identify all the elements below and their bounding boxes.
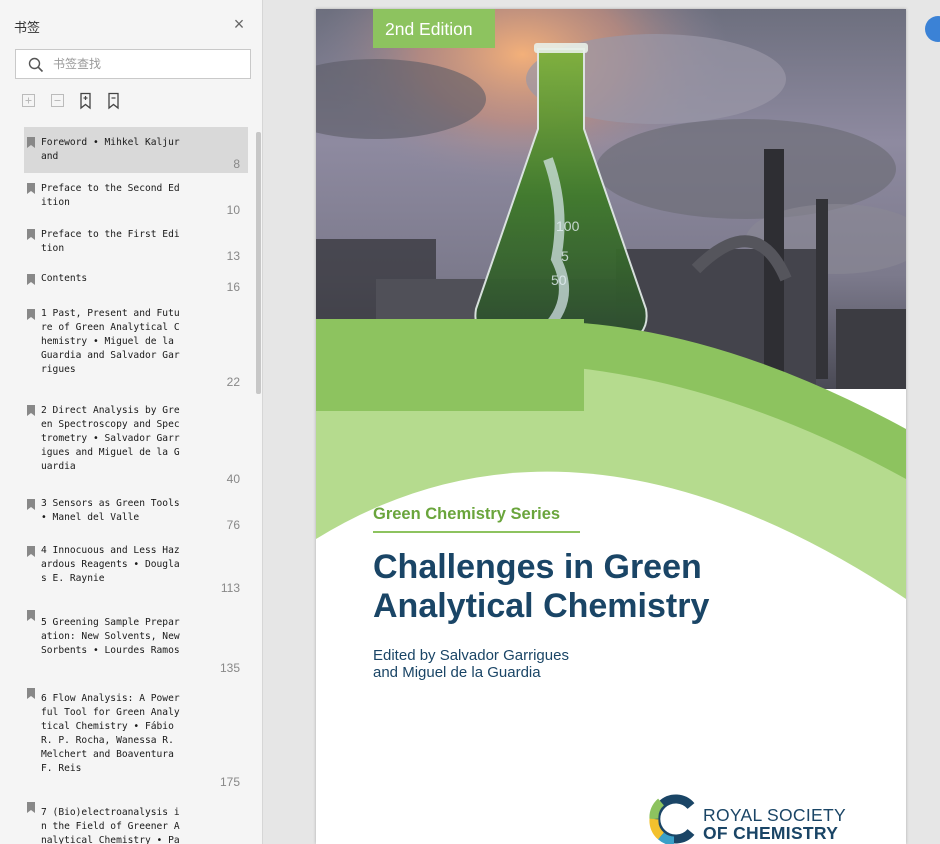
- add-bookmark-icon[interactable]: [78, 92, 94, 110]
- bookmark-item[interactable]: 3 Sensors as Green Tools • Manel del Val…: [24, 496, 248, 536]
- bookmark-page: 8: [233, 157, 240, 171]
- bookmark-flag-icon: [27, 546, 35, 557]
- bookmark-page: 76: [226, 518, 240, 532]
- editors-line: Edited by Salvador Garrigues: [373, 647, 569, 664]
- bookmark-item[interactable]: Contents 16: [24, 271, 248, 301]
- cover-illustration: 100 5 50: [316, 9, 906, 844]
- book-title-line: Analytical Chemistry: [373, 587, 710, 625]
- bookmark-label: 1 Past, Present and Futu re of Green Ana…: [41, 308, 180, 375]
- editors-line: and Miguel de la Guardia: [373, 664, 541, 681]
- bookmark-label: Foreword • Mihkel Kaljur and: [41, 137, 180, 162]
- collapse-all-icon[interactable]: [50, 92, 66, 110]
- bookmark-flag-icon: [27, 610, 35, 621]
- bookmark-label: 5 Greening Sample Prepar ation: New Solv…: [41, 617, 180, 656]
- document-page: 100 5 50 2nd Edition Green Chemistry Ser…: [316, 9, 906, 844]
- bookmark-flag-icon: [27, 499, 35, 510]
- bookmark-page: 40: [226, 472, 240, 486]
- publisher-logo: ROYAL SOCIETY OF CHEMISTRY: [649, 794, 889, 844]
- bookmark-flag-icon: [27, 274, 35, 285]
- bookmark-page: 10: [226, 203, 240, 217]
- bookmark-label: Contents: [41, 273, 88, 284]
- flask-mark: 50: [551, 272, 567, 288]
- bookmark-item[interactable]: Foreword • Mihkel Kaljur and 8: [24, 127, 248, 173]
- bookmark-flag-icon: [27, 405, 35, 416]
- book-title-line: Challenges in Green: [373, 548, 702, 586]
- sidebar-title: 书签: [14, 20, 41, 35]
- publisher-line: OF CHEMISTRY: [703, 823, 839, 843]
- book-editors: Edited by Salvador Garrigues and Miguel …: [373, 647, 569, 681]
- close-icon[interactable]: ×: [231, 15, 247, 33]
- bookmark-flag-icon: [27, 802, 35, 813]
- assistant-float-button[interactable]: [925, 16, 940, 42]
- book-title: Challenges in Green Analytical Chemistry: [373, 548, 873, 626]
- bookmark-sidebar: 书签 × Foreword • Mihkel: [0, 0, 263, 844]
- bookmark-label: 7 (Bio)electroanalysis i n the Field of …: [41, 807, 180, 844]
- bookmark-icon[interactable]: [106, 92, 122, 110]
- bookmark-item[interactable]: 7 (Bio)electroanalysis i n the Field of …: [24, 799, 248, 844]
- expand-all-icon[interactable]: [21, 92, 37, 110]
- bookmark-label: 6 Flow Analysis: A Power ful Tool for Gr…: [41, 693, 180, 774]
- bookmark-search[interactable]: [15, 49, 251, 79]
- bookmark-item[interactable]: 5 Greening Sample Prepar ation: New Solv…: [24, 607, 248, 679]
- bookmark-page: 22: [226, 375, 240, 389]
- bookmark-page: 135: [219, 661, 240, 675]
- bookmark-page: 175: [219, 775, 240, 789]
- bookmark-label: Preface to the Second Ed ition: [41, 183, 180, 208]
- flask-mark: 100: [556, 218, 580, 234]
- bookmark-label: 4 Innocuous and Less Haz ardous Reagents…: [41, 545, 180, 584]
- bookmark-page: 16: [226, 280, 240, 294]
- publisher-line: ROYAL SOCIETY: [703, 805, 846, 825]
- bookmark-page: 113: [220, 581, 240, 595]
- rsc-logo-icon: [649, 794, 695, 844]
- bookmark-label: Preface to the First Edi tion: [41, 229, 180, 254]
- bookmark-item[interactable]: Preface to the Second Ed ition 10: [24, 179, 248, 219]
- bookmark-flag-icon: [27, 688, 35, 699]
- bookmark-item[interactable]: 6 Flow Analysis: A Power ful Tool for Gr…: [24, 685, 248, 791]
- bookmark-label: 3 Sensors as Green Tools • Manel del Val…: [41, 498, 180, 523]
- bookmark-flag-icon: [27, 183, 35, 194]
- bookmark-label: 2 Direct Analysis by Gre en Spectroscopy…: [41, 405, 180, 472]
- publisher-name: ROYAL SOCIETY OF CHEMISTRY: [703, 806, 846, 842]
- series-name: Green Chemistry Series: [373, 505, 561, 523]
- bookmark-flag-icon: [27, 309, 35, 320]
- bookmark-flag-icon: [27, 229, 35, 240]
- series-rule: [373, 531, 580, 533]
- bookmark-flag-icon: [27, 137, 35, 148]
- bookmark-item[interactable]: 1 Past, Present and Futu re of Green Ana…: [24, 305, 248, 391]
- bookmark-item[interactable]: 2 Direct Analysis by Gre en Spectroscopy…: [24, 401, 248, 487]
- search-input[interactable]: [53, 55, 243, 73]
- flask-mark: 5: [561, 248, 569, 264]
- edition-badge: 2nd Edition: [373, 9, 495, 48]
- bookmark-page: 13: [226, 249, 240, 263]
- bookmark-item[interactable]: Preface to the First Edi tion 13: [24, 225, 248, 265]
- bookmark-item[interactable]: 4 Innocuous and Less Haz ardous Reagents…: [24, 543, 248, 598]
- sidebar-scrollbar[interactable]: [256, 132, 261, 394]
- search-icon: [28, 57, 44, 73]
